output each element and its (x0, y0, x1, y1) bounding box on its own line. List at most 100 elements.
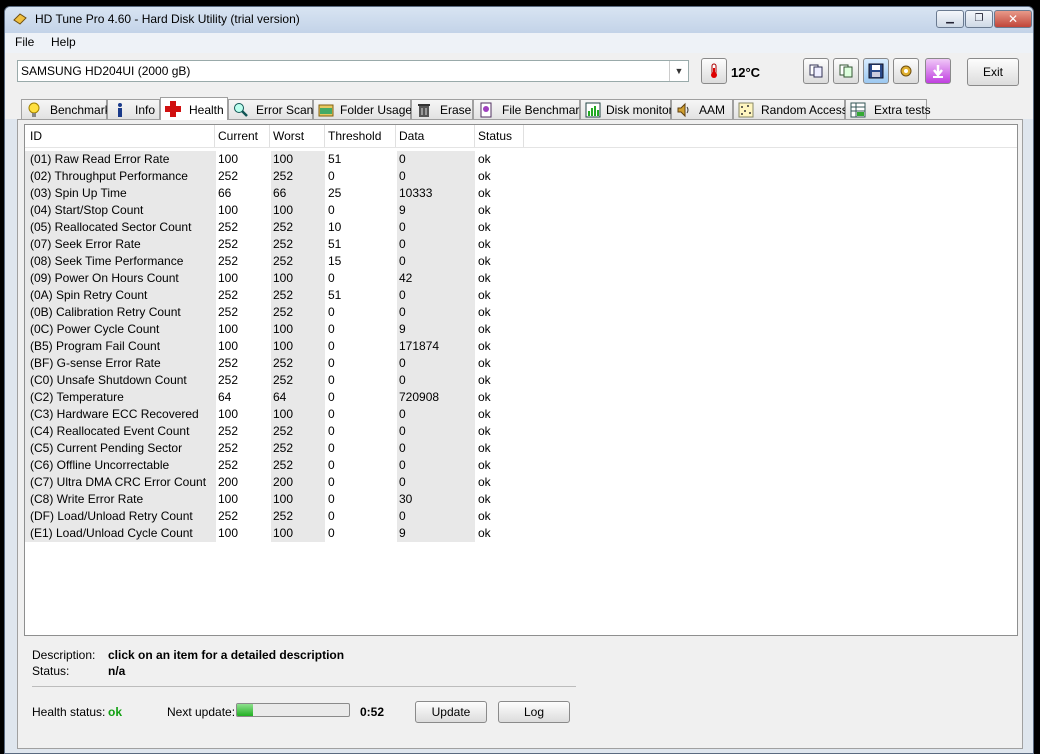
app-icon (13, 13, 27, 25)
cell-data: 10333 (397, 185, 475, 202)
cell-id: (0C) Power Cycle Count (25, 321, 216, 338)
cell-current: 64 (218, 390, 232, 404)
cell-current: 66 (218, 186, 232, 200)
progress-fill (237, 704, 253, 716)
table-row[interactable]: (BF) G-sense Error Rate 252 252 0 0 ok (25, 355, 1017, 372)
cell-status: ok (478, 254, 491, 268)
exit-button[interactable]: Exit (967, 58, 1019, 86)
table-row[interactable]: (B5) Program Fail Count 100 100 0 171874 ok (25, 338, 1017, 355)
cell-data: 171874 (397, 338, 475, 355)
menu-help[interactable]: Help (51, 35, 76, 49)
column-separator[interactable] (269, 125, 270, 147)
table-row[interactable]: (07) Seek Error Rate 252 252 51 0 ok (25, 236, 1017, 253)
menu-file[interactable]: File (15, 35, 34, 49)
column-separator[interactable] (214, 125, 215, 147)
tab-error-scan[interactable]: Error Scan (228, 99, 313, 119)
column-current[interactable]: Current (218, 129, 258, 143)
cell-id: (C7) Ultra DMA CRC Error Count (25, 474, 216, 491)
temperature-button[interactable] (701, 58, 727, 84)
column-data[interactable]: Data (399, 129, 424, 143)
cell-id: (C0) Unsafe Shutdown Count (25, 372, 216, 389)
cell-current: 252 (218, 424, 239, 438)
drive-select[interactable]: SAMSUNG HD204UI (2000 gB) ▼ (17, 60, 689, 82)
next-update-progress (236, 703, 350, 717)
table-row[interactable]: (0A) Spin Retry Count 252 252 51 0 ok (25, 287, 1017, 304)
log-button[interactable]: Log (498, 701, 570, 723)
table-row[interactable]: (C3) Hardware ECC Recovered 100 100 0 0 ok (25, 406, 1017, 423)
table-row[interactable]: (C7) Ultra DMA CRC Error Count 200 200 0 0 ok (25, 474, 1017, 491)
cell-data: 0 (397, 287, 475, 304)
maximize-button[interactable]: ❐ (965, 10, 993, 28)
table-row[interactable]: (09) Power On Hours Count 100 100 0 42 ok (25, 270, 1017, 287)
cell-current: 100 (218, 492, 239, 506)
table-row[interactable]: (E1) Load/Unload Cycle Count 100 100 0 9 ok (25, 525, 1017, 542)
cell-id: (B5) Program Fail Count (25, 338, 216, 355)
tab-random-access[interactable]: Random Access (733, 99, 848, 119)
window-title: HD Tune Pro 4.60 - Hard Disk Utility (tr… (35, 12, 300, 26)
column-separator[interactable] (324, 125, 325, 147)
random-access-icon (738, 102, 754, 118)
cell-worst: 252 (271, 219, 325, 236)
chevron-down-icon[interactable]: ▼ (669, 61, 688, 81)
table-row[interactable]: (C6) Offline Uncorrectable 252 252 0 0 ok (25, 457, 1017, 474)
column-separator[interactable] (395, 125, 396, 147)
cell-current: 252 (218, 356, 239, 370)
table-row[interactable]: (C4) Reallocated Event Count 252 252 0 0 ok (25, 423, 1017, 440)
cell-current: 252 (218, 254, 239, 268)
tab-erase[interactable]: Erase (411, 99, 473, 119)
table-row[interactable]: (0C) Power Cycle Count 100 100 0 9 ok (25, 321, 1017, 338)
table-row[interactable]: (C2) Temperature 64 64 0 720908 ok (25, 389, 1017, 406)
table-row[interactable]: (C8) Write Error Rate 100 100 0 30 ok (25, 491, 1017, 508)
close-button[interactable]: ✕ (994, 10, 1032, 28)
table-row[interactable]: (02) Throughput Performance 252 252 0 0 ok (25, 168, 1017, 185)
cell-current: 100 (218, 271, 239, 285)
tab-aam[interactable]: AAM (671, 99, 733, 119)
copy-info-button[interactable] (803, 58, 829, 84)
cell-threshold: 0 (328, 305, 335, 319)
table-row[interactable]: (03) Spin Up Time 66 66 25 10333 ok (25, 185, 1017, 202)
trash-icon (418, 104, 430, 117)
table-row[interactable]: (05) Reallocated Sector Count 252 252 10 0 ok (25, 219, 1017, 236)
cell-id: (C2) Temperature (25, 389, 216, 406)
tab-benchmark[interactable]: Benchmark (21, 99, 111, 119)
tab-health[interactable]: Health (160, 97, 228, 120)
column-worst[interactable]: Worst (273, 129, 304, 143)
description-label: Description: (32, 648, 96, 662)
cell-data: 0 (397, 474, 475, 491)
table-row[interactable]: (DF) Load/Unload Retry Count 252 252 0 0 ok (25, 508, 1017, 525)
minimize-button[interactable]: ▁ (936, 10, 964, 28)
smart-attribute-list[interactable]: ID Current Worst Threshold Data Status (… (24, 124, 1018, 636)
cell-id: (01) Raw Read Error Rate (25, 151, 216, 168)
column-threshold[interactable]: Threshold (328, 129, 381, 143)
table-row[interactable]: (08) Seek Time Performance 252 252 15 0 ok (25, 253, 1017, 270)
toolbar: SAMSUNG HD204UI (2000 gB) ▼ 12°C Exit (5, 53, 1033, 97)
tab-extra-tests[interactable]: Extra tests (845, 99, 931, 119)
save-button[interactable] (863, 58, 889, 84)
column-status[interactable]: Status (478, 129, 512, 143)
table-row[interactable]: (C5) Current Pending Sector 252 252 0 0 ok (25, 440, 1017, 457)
copy-all-button[interactable] (833, 58, 859, 84)
column-id[interactable]: ID (30, 129, 42, 143)
tab-folder-usage[interactable]: Folder Usage (313, 99, 412, 119)
tab-info[interactable]: Info (107, 99, 160, 119)
cell-data: 30 (397, 491, 475, 508)
table-row[interactable]: (04) Start/Stop Count 100 100 0 9 ok (25, 202, 1017, 219)
column-separator[interactable] (523, 125, 524, 147)
health-status-label: Health status: (32, 705, 106, 719)
update-button[interactable]: Update (415, 701, 487, 723)
table-row[interactable]: (01) Raw Read Error Rate 100 100 51 0 ok (25, 151, 1017, 168)
cell-id: (07) Seek Error Rate (25, 236, 216, 253)
tab-disk-monitor[interactable]: Disk monitor (580, 99, 673, 119)
cell-worst: 252 (271, 440, 325, 457)
options-button[interactable] (893, 58, 919, 84)
cell-threshold: 10 (328, 220, 342, 234)
tab-file-benchmark[interactable]: File Benchmark (473, 99, 585, 119)
table-row[interactable]: (C0) Unsafe Shutdown Count 252 252 0 0 ok (25, 372, 1017, 389)
cell-worst: 252 (271, 253, 325, 270)
drive-select-value: SAMSUNG HD204UI (2000 gB) (21, 64, 191, 78)
status-label: Status: (32, 664, 70, 678)
column-separator[interactable] (474, 125, 475, 147)
title-bar[interactable]: HD Tune Pro 4.60 - Hard Disk Utility (tr… (5, 7, 1033, 33)
table-row[interactable]: (0B) Calibration Retry Count 252 252 0 0 ok (25, 304, 1017, 321)
download-button[interactable] (925, 58, 951, 84)
